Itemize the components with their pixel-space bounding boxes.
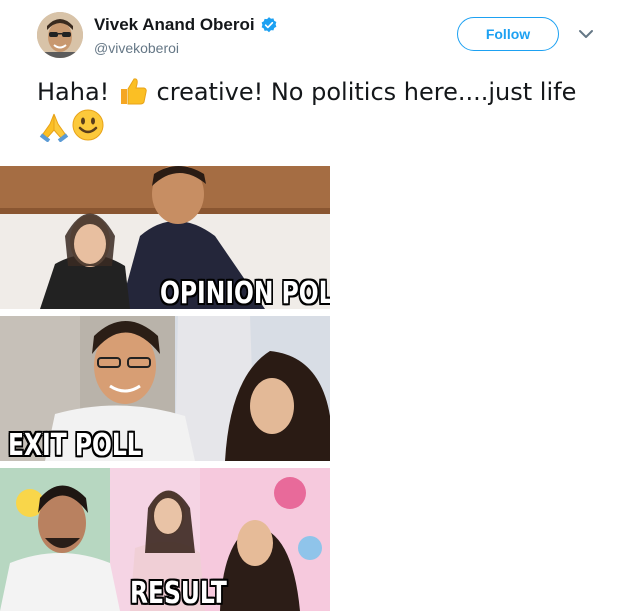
name-row[interactable]: Vivek Anand Oberoi — [94, 15, 278, 35]
meme-panel-exit-poll: EXIT POLL — [0, 316, 330, 461]
user-handle[interactable]: @vivekoberoi — [94, 40, 179, 56]
verified-badge-icon — [261, 17, 276, 33]
smiling-face-emoji-icon — [72, 109, 104, 141]
thumbs-up-emoji-icon — [120, 78, 147, 105]
display-name[interactable]: Vivek Anand Oberoi — [94, 15, 255, 35]
tweet-text: Haha! creative! No politics here....just… — [37, 76, 617, 144]
chevron-down-icon[interactable] — [578, 28, 594, 40]
caption-result: RESULT — [130, 576, 227, 611]
tweet-header: Vivek Anand Oberoi @vivekoberoi Follow — [0, 0, 643, 80]
caption-exit-poll: EXIT POLL — [8, 428, 142, 461]
folded-hands-emoji-icon — [39, 113, 69, 142]
tweet-text-part2: creative! No politics here....just life — [148, 78, 577, 106]
meme-panel-result: RESULT — [0, 468, 330, 611]
avatar[interactable] — [37, 12, 83, 58]
meme-panel-opinion-poll: OPINION POLL — [0, 166, 330, 309]
follow-button[interactable]: Follow — [457, 17, 559, 51]
tweet-media[interactable]: OPINION POLL EXIT POLL RESULT — [0, 166, 330, 611]
caption-opinion-poll: OPINION POLL — [160, 276, 330, 309]
tweet-text-part1: Haha! — [37, 78, 117, 106]
